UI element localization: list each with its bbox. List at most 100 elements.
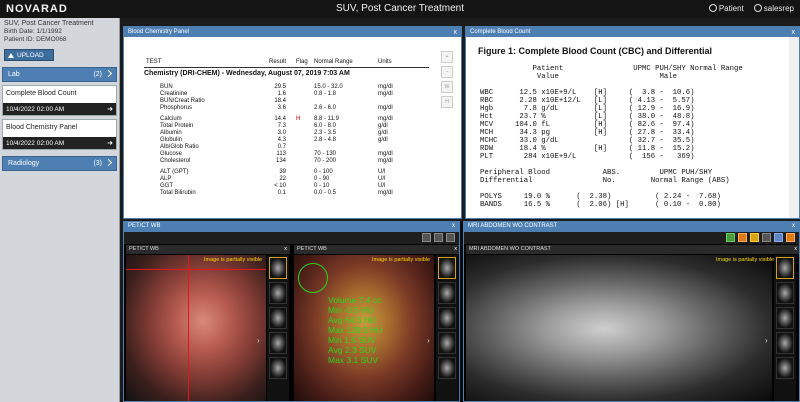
cell-units: mg/dl [378, 105, 393, 111]
chevron-right-icon[interactable]: › [257, 336, 260, 345]
thumbnail-strip[interactable] [436, 255, 458, 401]
layout-icon[interactable] [726, 233, 735, 242]
report-line: MCV 104.0 fL [H] ( 82.6 - 97.4) [480, 121, 695, 129]
ct-image[interactable] [126, 255, 266, 401]
cell-test: Cholesterol [160, 158, 191, 164]
annotate-icon[interactable] [786, 233, 795, 242]
cell-test: ALT (GPT) [160, 169, 189, 175]
zoom-out-icon[interactable]: − [441, 66, 453, 78]
close-button[interactable]: x [452, 223, 455, 231]
cell-result: 29.5 [274, 84, 286, 90]
roi-circle[interactable] [298, 263, 328, 293]
sub-viewport-header: PET/CT WB x [126, 245, 290, 254]
report-line: Peripheral Blood ABS. UPMC PUH/SHY [480, 169, 713, 177]
fused-pet-image[interactable]: Volume 7.4 cc Min -0.5 HU Avg 64.3 HU Ma… [294, 255, 434, 401]
viewport-toolbar [464, 232, 799, 244]
thumbnail[interactable] [438, 307, 456, 329]
upload-button[interactable]: UPLOAD [4, 49, 54, 61]
thumbnail[interactable] [776, 357, 794, 379]
close-icon[interactable]: x [794, 246, 797, 253]
cell-flag [292, 151, 314, 158]
cell-units [378, 144, 408, 151]
thumbnail[interactable] [269, 282, 287, 304]
top-right-menu: Patient salesrep [708, 4, 794, 13]
thumbnail[interactable] [269, 357, 287, 379]
cell-flag [292, 91, 314, 98]
thumbnail[interactable] [438, 282, 456, 304]
section-lab[interactable]: Lab (2) [2, 67, 117, 82]
sync-icon[interactable] [738, 233, 747, 242]
thumbnail[interactable] [269, 307, 287, 329]
app-title: SUV, Post Cancer Treatment [335, 3, 465, 14]
zoom-in-icon[interactable]: + [441, 51, 453, 63]
thumbnail[interactable] [776, 282, 794, 304]
cell-result: 7.3 [277, 123, 286, 129]
col-flag: Flag [296, 59, 308, 65]
thumbnail-strip[interactable] [267, 255, 289, 401]
cine-icon[interactable] [750, 233, 759, 242]
arrow-right-icon[interactable]: ➜ [107, 139, 113, 147]
report-line: Differential No. Normal Range (ABS) [480, 177, 730, 185]
close-button[interactable]: x [792, 223, 795, 231]
section-radiology[interactable]: Radiology (3) [2, 156, 117, 171]
cell-units: mg/dl [378, 158, 393, 164]
panel-body: TEST Result Flag Normal Range Units Chem… [124, 37, 461, 218]
thumbnail[interactable] [438, 332, 456, 354]
thumbnail[interactable] [269, 257, 287, 279]
close-button[interactable]: x [792, 29, 796, 36]
arrow-right-icon[interactable]: ➜ [107, 105, 113, 113]
scrollbar[interactable] [789, 37, 799, 218]
table-row: BUN/Creat Ratio 18.4 [144, 98, 444, 105]
thumbnail[interactable] [776, 257, 794, 279]
cell-range: 15.0 - 32.0 [314, 84, 343, 90]
link-icon[interactable] [762, 233, 771, 242]
thumbnail[interactable] [438, 257, 456, 279]
upload-icon [8, 52, 14, 58]
cell-test: BUN [160, 84, 173, 90]
doc-item-chem[interactable]: Blood Chemistry Panel 10/4/2022 02:00 AM… [2, 119, 117, 150]
cell-units: U/l [378, 176, 386, 182]
patient-menu[interactable]: Patient [708, 4, 744, 13]
cell-units: mg/dl [378, 91, 393, 97]
section-lab-count: (2) [93, 71, 102, 78]
panel-body: Figure 1: Complete Blood Count (CBC) and… [466, 37, 799, 218]
cell-flag [292, 105, 314, 112]
figure-title: Figure 1: Complete Blood Count (CBC) and… [478, 46, 712, 56]
close-icon[interactable]: x [454, 246, 457, 253]
fit-width-icon[interactable]: W [441, 81, 453, 93]
patient-menu-label: Patient [718, 4, 744, 13]
chevron-right-icon[interactable]: › [765, 336, 768, 345]
thumbnail[interactable] [438, 357, 456, 379]
fit-height-icon[interactable]: H [441, 96, 453, 108]
chevron-right-icon[interactable]: › [427, 336, 430, 345]
layout-icon[interactable] [422, 233, 431, 242]
cell-result: < 10 [274, 183, 286, 189]
table-header: TEST Result Flag Normal Range Units [144, 59, 444, 66]
doc-item-cbc[interactable]: Complete Blood Count 10/4/2022 02:00 AM … [2, 85, 117, 116]
mri-image[interactable] [466, 255, 772, 401]
cell-test: Creatinine [160, 91, 188, 97]
window-level-icon[interactable] [446, 233, 455, 242]
thumbnail-strip[interactable] [774, 255, 796, 401]
doc-date-bar: 10/4/2022 02:00 AM ➜ [3, 103, 116, 115]
thumbnail[interactable] [776, 307, 794, 329]
cell-result: 134 [275, 158, 286, 164]
cell-range: 0.0 - 0.5 [314, 190, 337, 196]
close-icon[interactable]: x [284, 246, 287, 253]
cell-units: mg/dl [378, 190, 393, 196]
cell-test: BUN/Creat Ratio [160, 98, 205, 104]
cell-flag [292, 123, 314, 130]
thumbnail[interactable] [269, 332, 287, 354]
tag-icon[interactable] [774, 233, 783, 242]
panel-title: Blood Chemistry Panel [128, 29, 190, 35]
report-line: MCH 34.3 pg [H] ( 27.8 - 33.4) [480, 129, 695, 137]
partial-visible-warning: Image is partially visible [204, 257, 263, 263]
cell-units: mg/dl [378, 84, 393, 90]
thumbnail[interactable] [776, 332, 794, 354]
grid-icon[interactable] [434, 233, 443, 242]
close-button[interactable]: x [454, 29, 458, 36]
report-line: Patient UPMC PUH/SHY Normal Range [480, 65, 743, 73]
panel-title: Complete Blood Count [470, 29, 531, 35]
user-menu[interactable]: salesrep [753, 4, 794, 13]
mri-viewport: MRI ABDOMEN WO CONTRAST x MRI ABDOMEN WO… [463, 221, 800, 402]
